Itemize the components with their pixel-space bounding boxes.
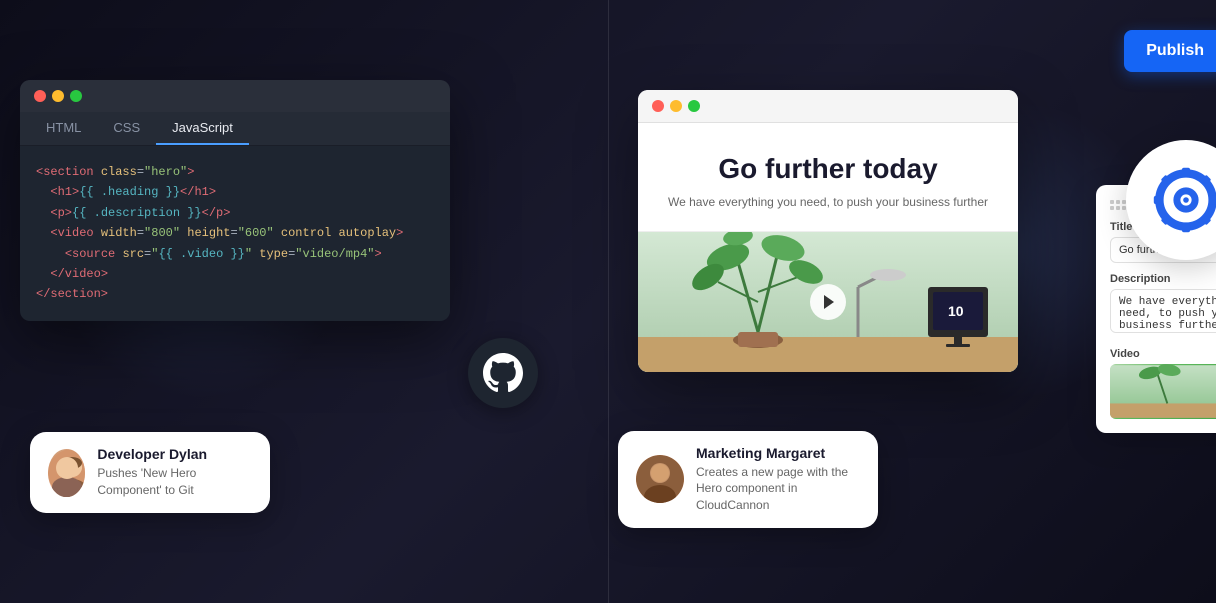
hero-section: Go further today We have everything you … xyxy=(638,123,1018,232)
browser-dot-yellow xyxy=(670,100,682,112)
cms-description-input[interactable]: We have everything you need, to push you… xyxy=(1110,289,1216,333)
cms-dot-4 xyxy=(1110,206,1114,210)
browser-titlebar xyxy=(638,90,1018,123)
code-line-3: <p>{{ .description }}</p> xyxy=(36,203,434,223)
browser-dot-red xyxy=(652,100,664,112)
cms-dot-5 xyxy=(1116,206,1120,210)
tab-css[interactable]: CSS xyxy=(97,112,156,145)
cloudcannon-logo xyxy=(1151,165,1216,235)
developer-description: Pushes 'New Hero Component' to Git xyxy=(97,465,252,499)
dot-green xyxy=(70,90,82,102)
cms-video-thumbnail: 10 39 10 39 xyxy=(1110,364,1216,419)
hero-description: We have everything you need, to push you… xyxy=(658,193,998,211)
developer-card: Developer Dylan Pushes 'New Hero Compone… xyxy=(30,432,270,513)
tab-bar: HTML CSS JavaScript xyxy=(20,112,450,146)
publish-button[interactable]: Publish xyxy=(1124,30,1216,72)
code-line-1: <section class="hero"> xyxy=(36,162,434,182)
developer-avatar xyxy=(48,449,85,497)
github-icon xyxy=(483,353,523,393)
cms-dot-2 xyxy=(1116,200,1120,204)
svg-text:10: 10 xyxy=(948,303,964,319)
browser-body: Go further today We have everything you … xyxy=(638,123,1018,372)
cms-description-label: Description xyxy=(1110,273,1216,285)
developer-info: Developer Dylan Pushes 'New Hero Compone… xyxy=(97,446,252,499)
marketing-info: Marketing Margaret Creates a new page wi… xyxy=(696,445,860,514)
code-line-2: <h1>{{ .heading }}</h1> xyxy=(36,182,434,202)
code-body: <section class="hero"> <h1>{{ .heading }… xyxy=(20,146,450,321)
code-line-6: </video> xyxy=(36,264,434,284)
marketing-card: Marketing Margaret Creates a new page wi… xyxy=(618,431,878,528)
dot-yellow xyxy=(52,90,64,102)
browser-dot-green xyxy=(688,100,700,112)
play-button[interactable] xyxy=(810,284,846,320)
developer-name: Developer Dylan xyxy=(97,446,252,462)
code-line-4: <video width="800" height="600" control … xyxy=(36,223,434,243)
hero-title: Go further today xyxy=(658,153,998,185)
right-panel: Go further today We have everything you … xyxy=(608,0,1216,603)
cms-video-svg: 10 39 xyxy=(1110,364,1216,419)
cms-dot-1 xyxy=(1110,200,1114,204)
marketing-name: Marketing Margaret xyxy=(696,445,860,461)
code-editor: HTML CSS JavaScript <section class="hero… xyxy=(20,80,450,321)
titlebar xyxy=(20,80,450,112)
left-panel: HTML CSS JavaScript <section class="hero… xyxy=(0,0,608,603)
marketing-avatar xyxy=(636,455,684,503)
marketing-description: Creates a new page with the Hero compone… xyxy=(696,464,860,514)
code-line-5: <source src="{{ .video }}" type="video/m… xyxy=(36,244,434,264)
cms-video-label: Video xyxy=(1110,348,1216,360)
tab-html[interactable]: HTML xyxy=(30,112,97,145)
play-triangle-icon xyxy=(824,295,834,309)
scene: HTML CSS JavaScript <section class="hero… xyxy=(0,0,1216,603)
cms-drag-icon xyxy=(1110,200,1126,210)
code-line-7: </section> xyxy=(36,284,434,304)
dot-red xyxy=(34,90,46,102)
browser-window: Go further today We have everything you … xyxy=(638,90,1018,372)
tab-javascript[interactable]: JavaScript xyxy=(156,112,249,145)
github-bubble xyxy=(468,338,538,408)
hero-image: 10 xyxy=(638,232,1018,372)
plant-bg: 10 xyxy=(638,232,1018,372)
